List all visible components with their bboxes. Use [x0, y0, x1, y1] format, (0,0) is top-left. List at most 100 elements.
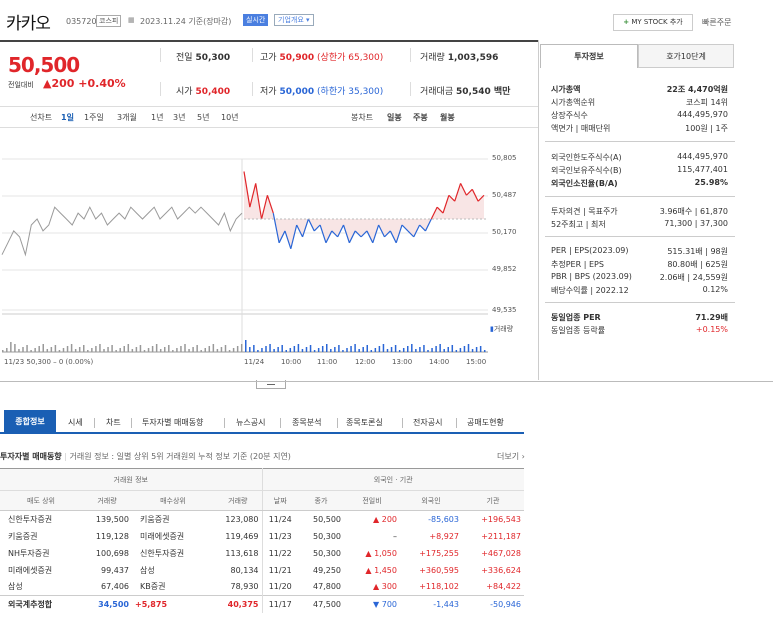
tab-chart[interactable]: 차트 — [106, 417, 121, 428]
table-cell: 50,300 — [313, 531, 341, 541]
tab-short-selling[interactable]: 공매도현황 — [467, 417, 504, 428]
table-cell: 139,500 — [95, 514, 129, 524]
tab-analysis[interactable]: 종목분석 — [292, 417, 321, 428]
investor-trends-heading: 투자자별 매매동향 | 거래원 정보 : 일별 상위 5위 거래원의 누적 정보… — [0, 452, 291, 461]
table-cell: – — [393, 531, 397, 541]
section-divider — [0, 381, 773, 382]
volume-bar — [180, 346, 182, 352]
x-tick: 13:00 — [392, 358, 413, 366]
volume-bar — [386, 349, 389, 352]
divider — [410, 82, 411, 96]
volume-bar — [326, 344, 328, 352]
table-cell: +360,595 — [419, 565, 459, 575]
period-3m[interactable]: 3개월 — [117, 112, 137, 123]
invest-value: 515.31배 | 98원 — [667, 247, 728, 256]
table-cell: 미래에셋증권 — [8, 565, 53, 575]
volume-bar — [261, 348, 263, 352]
divider — [410, 48, 411, 62]
volume-bar — [277, 347, 279, 352]
chevron-up-icon — [267, 384, 275, 385]
stock-header: 카카오 035720 코스피 ▦ 2023.11.24 기준(장마감) 실시간 … — [0, 0, 773, 38]
table-cell: +5,875 — [132, 595, 214, 613]
table-cell: ▲ 200 — [373, 514, 397, 524]
tab-disclosure[interactable]: 전자공시 — [413, 417, 442, 428]
col-buy-volume: 거래량 — [214, 490, 263, 511]
volume-bar — [435, 346, 437, 352]
candle-chart-label[interactable]: 봉차트 — [351, 112, 373, 123]
volume-bar — [459, 348, 462, 352]
col-sell-volume: 거래량 — [82, 490, 132, 511]
volume-bar — [176, 348, 178, 352]
volume-bar — [257, 350, 259, 352]
volume-bar — [58, 350, 61, 352]
invest-label: 추정PER | EPS — [551, 260, 604, 269]
high-price: 고가 50,900 (상한가 65,300) — [260, 53, 384, 63]
volume-bar — [172, 350, 174, 352]
period-1w[interactable]: 1주일 — [84, 112, 104, 123]
volume-bar — [374, 348, 377, 352]
company-info-dropdown[interactable]: 기업개요 ▾ — [274, 14, 314, 26]
tab-news[interactable]: 뉴스공시 — [236, 417, 265, 428]
volume-bar — [2, 350, 4, 352]
table-cell: 47,500 — [298, 595, 344, 613]
period-3y[interactable]: 3년 — [173, 112, 185, 123]
volume-bar — [382, 344, 385, 352]
tab-investor-trends[interactable]: 투자자별 매매동향 — [142, 417, 203, 428]
volume-bar — [305, 347, 308, 352]
volume-bar — [471, 349, 474, 352]
volume-bar — [83, 345, 85, 352]
volume-bar — [70, 344, 73, 352]
volume-bar — [289, 348, 292, 352]
candle-weekly[interactable]: 주봉 — [413, 112, 428, 123]
table-cell: 11/21 — [268, 565, 292, 575]
table-cell: 67,406 — [101, 582, 129, 592]
quick-order-link[interactable]: 빠른주문 — [702, 17, 731, 28]
more-link[interactable]: 더보기 › — [497, 451, 525, 462]
divider — [402, 418, 403, 428]
table-body: 신한투자증권 139,500 키움증권 123,080 11/24 50,500 ▲ 200… — [0, 510, 524, 613]
period-10y[interactable]: 10년 — [221, 112, 239, 123]
volume-bar — [390, 347, 393, 352]
divider — [160, 48, 161, 62]
table-cell: 11/17 — [262, 595, 298, 613]
my-stock-button[interactable]: + MY STOCK 추가 — [613, 14, 693, 31]
volume-bar — [143, 350, 146, 352]
volume-bar — [483, 350, 486, 352]
table-row: 키움증권 119,128 미래에셋증권 119,469 11/23 50,300 – +8,9… — [0, 527, 524, 545]
col-sell-top: 매도 상위 — [0, 490, 82, 511]
invest-value: 115,477,401 — [677, 165, 728, 174]
divider — [252, 82, 253, 96]
price-chart[interactable] — [0, 128, 538, 380]
volume-bar — [99, 344, 101, 352]
period-1y[interactable]: 1년 — [151, 112, 163, 123]
prev-close: 전일 50,300 — [176, 53, 231, 63]
tab-quotes[interactable]: 시세 — [68, 417, 83, 428]
period-1d[interactable]: 1일 — [61, 112, 74, 123]
divider — [160, 82, 161, 96]
table-cell: ▲ 1,450 — [365, 565, 397, 575]
volume-bar — [14, 344, 16, 352]
volume-bar — [188, 349, 190, 352]
volume-bar — [87, 350, 89, 352]
divider — [224, 418, 225, 428]
divider — [337, 418, 338, 428]
tab-overview[interactable]: 종합정보 — [4, 410, 56, 434]
volume-bar — [240, 344, 243, 352]
period-5y[interactable]: 5년 — [197, 112, 209, 123]
tab-investment-info[interactable]: 투자정보 — [540, 44, 638, 68]
candle-daily[interactable]: 일봉 — [387, 112, 402, 123]
realtime-badge[interactable]: 실시간 — [243, 14, 269, 26]
table-cell: ▲ 1,050 — [365, 548, 397, 558]
volume-bar — [402, 348, 405, 352]
candle-monthly[interactable]: 월봉 — [440, 112, 455, 123]
price-change: ▲200 +0.40% — [43, 77, 126, 90]
table-cell: +118,102 — [419, 582, 459, 592]
volume-bar — [313, 350, 316, 352]
tab-orderbook-10[interactable]: 호가10단계 — [638, 44, 734, 68]
volume-bar — [42, 344, 44, 352]
line-chart-label[interactable]: 선차트 — [30, 112, 52, 123]
table-cell: -85,603 — [428, 514, 459, 524]
volume-bar — [204, 348, 206, 352]
y-tick: 50,487 — [492, 191, 517, 199]
tab-discussion[interactable]: 종목토론실 — [346, 417, 383, 428]
